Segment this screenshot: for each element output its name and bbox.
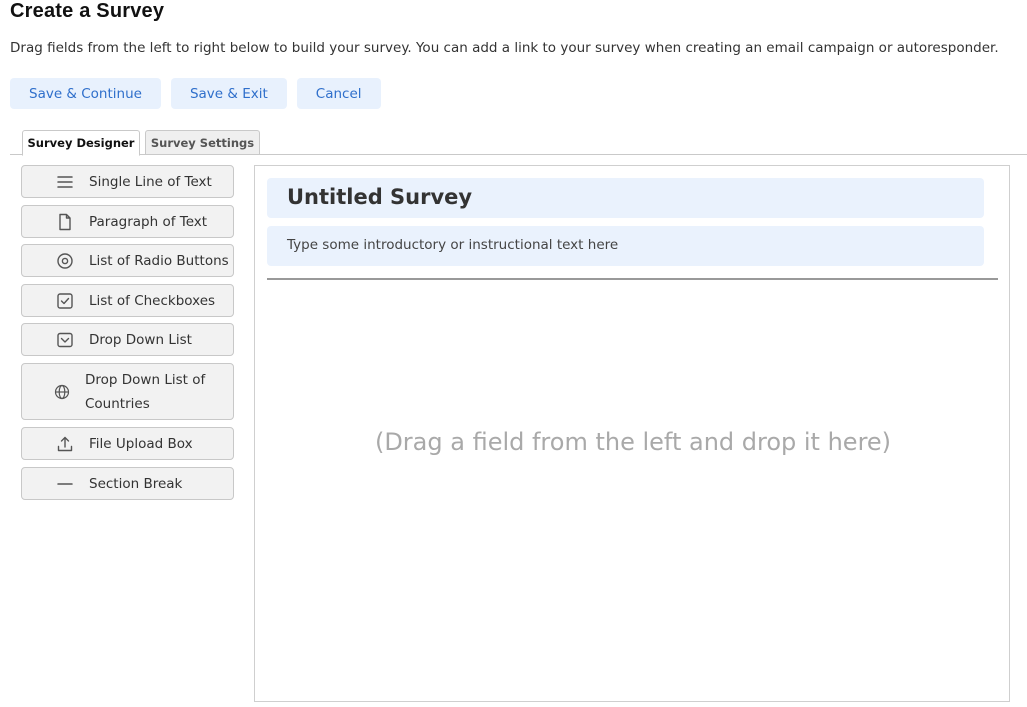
dash-icon bbox=[56, 475, 74, 493]
field-dropdown-countries[interactable]: Drop Down List of Countries bbox=[21, 363, 234, 420]
save-continue-button[interactable]: Save & Continue bbox=[10, 78, 161, 109]
lines-icon bbox=[56, 173, 74, 191]
field-label: List of Radio Buttons bbox=[89, 252, 229, 269]
field-label: Single Line of Text bbox=[89, 173, 212, 190]
field-section-break[interactable]: Section Break bbox=[21, 467, 234, 500]
field-checkboxes[interactable]: List of Checkboxes bbox=[21, 284, 234, 317]
page-description: Drag fields from the left to right below… bbox=[10, 40, 999, 56]
field-single-line-text[interactable]: Single Line of Text bbox=[21, 165, 234, 198]
field-radio-buttons[interactable]: List of Radio Buttons bbox=[21, 244, 234, 277]
dropdown-icon bbox=[56, 331, 74, 349]
field-label: Drop Down List of Countries bbox=[85, 371, 206, 412]
field-file-upload[interactable]: File Upload Box bbox=[21, 427, 234, 460]
field-label: Drop Down List bbox=[89, 331, 192, 348]
document-icon bbox=[56, 213, 74, 231]
field-label: File Upload Box bbox=[89, 435, 193, 452]
survey-intro-text[interactable]: Type some introductory or instructional … bbox=[267, 226, 984, 266]
field-label: List of Checkboxes bbox=[89, 292, 216, 309]
field-label: Section Break bbox=[89, 475, 183, 492]
tab-survey-designer[interactable]: Survey Designer bbox=[22, 130, 140, 156]
field-label: Paragraph of Text bbox=[89, 213, 208, 230]
field-dropdown-list[interactable]: Drop Down List bbox=[21, 323, 234, 356]
globe-icon bbox=[53, 383, 71, 401]
divider bbox=[267, 278, 998, 280]
checkbox-icon bbox=[56, 292, 74, 310]
survey-title[interactable]: Untitled Survey bbox=[267, 178, 984, 218]
page-title: Create a Survey bbox=[10, 0, 165, 22]
tab-bar: Survey Designer Survey Settings bbox=[10, 130, 1027, 156]
survey-canvas[interactable]: Untitled Survey Type some introductory o… bbox=[254, 165, 1010, 702]
field-paragraph-text[interactable]: Paragraph of Text bbox=[21, 205, 234, 238]
tab-survey-settings[interactable]: Survey Settings bbox=[145, 130, 260, 155]
save-exit-button[interactable]: Save & Exit bbox=[170, 78, 287, 109]
drop-zone-hint: (Drag a field from the left and drop it … bbox=[374, 428, 892, 456]
upload-icon bbox=[56, 435, 74, 453]
cancel-button[interactable]: Cancel bbox=[296, 78, 381, 109]
action-bar: Save & Continue Save & Exit Cancel bbox=[10, 78, 381, 109]
radio-icon bbox=[56, 252, 74, 270]
